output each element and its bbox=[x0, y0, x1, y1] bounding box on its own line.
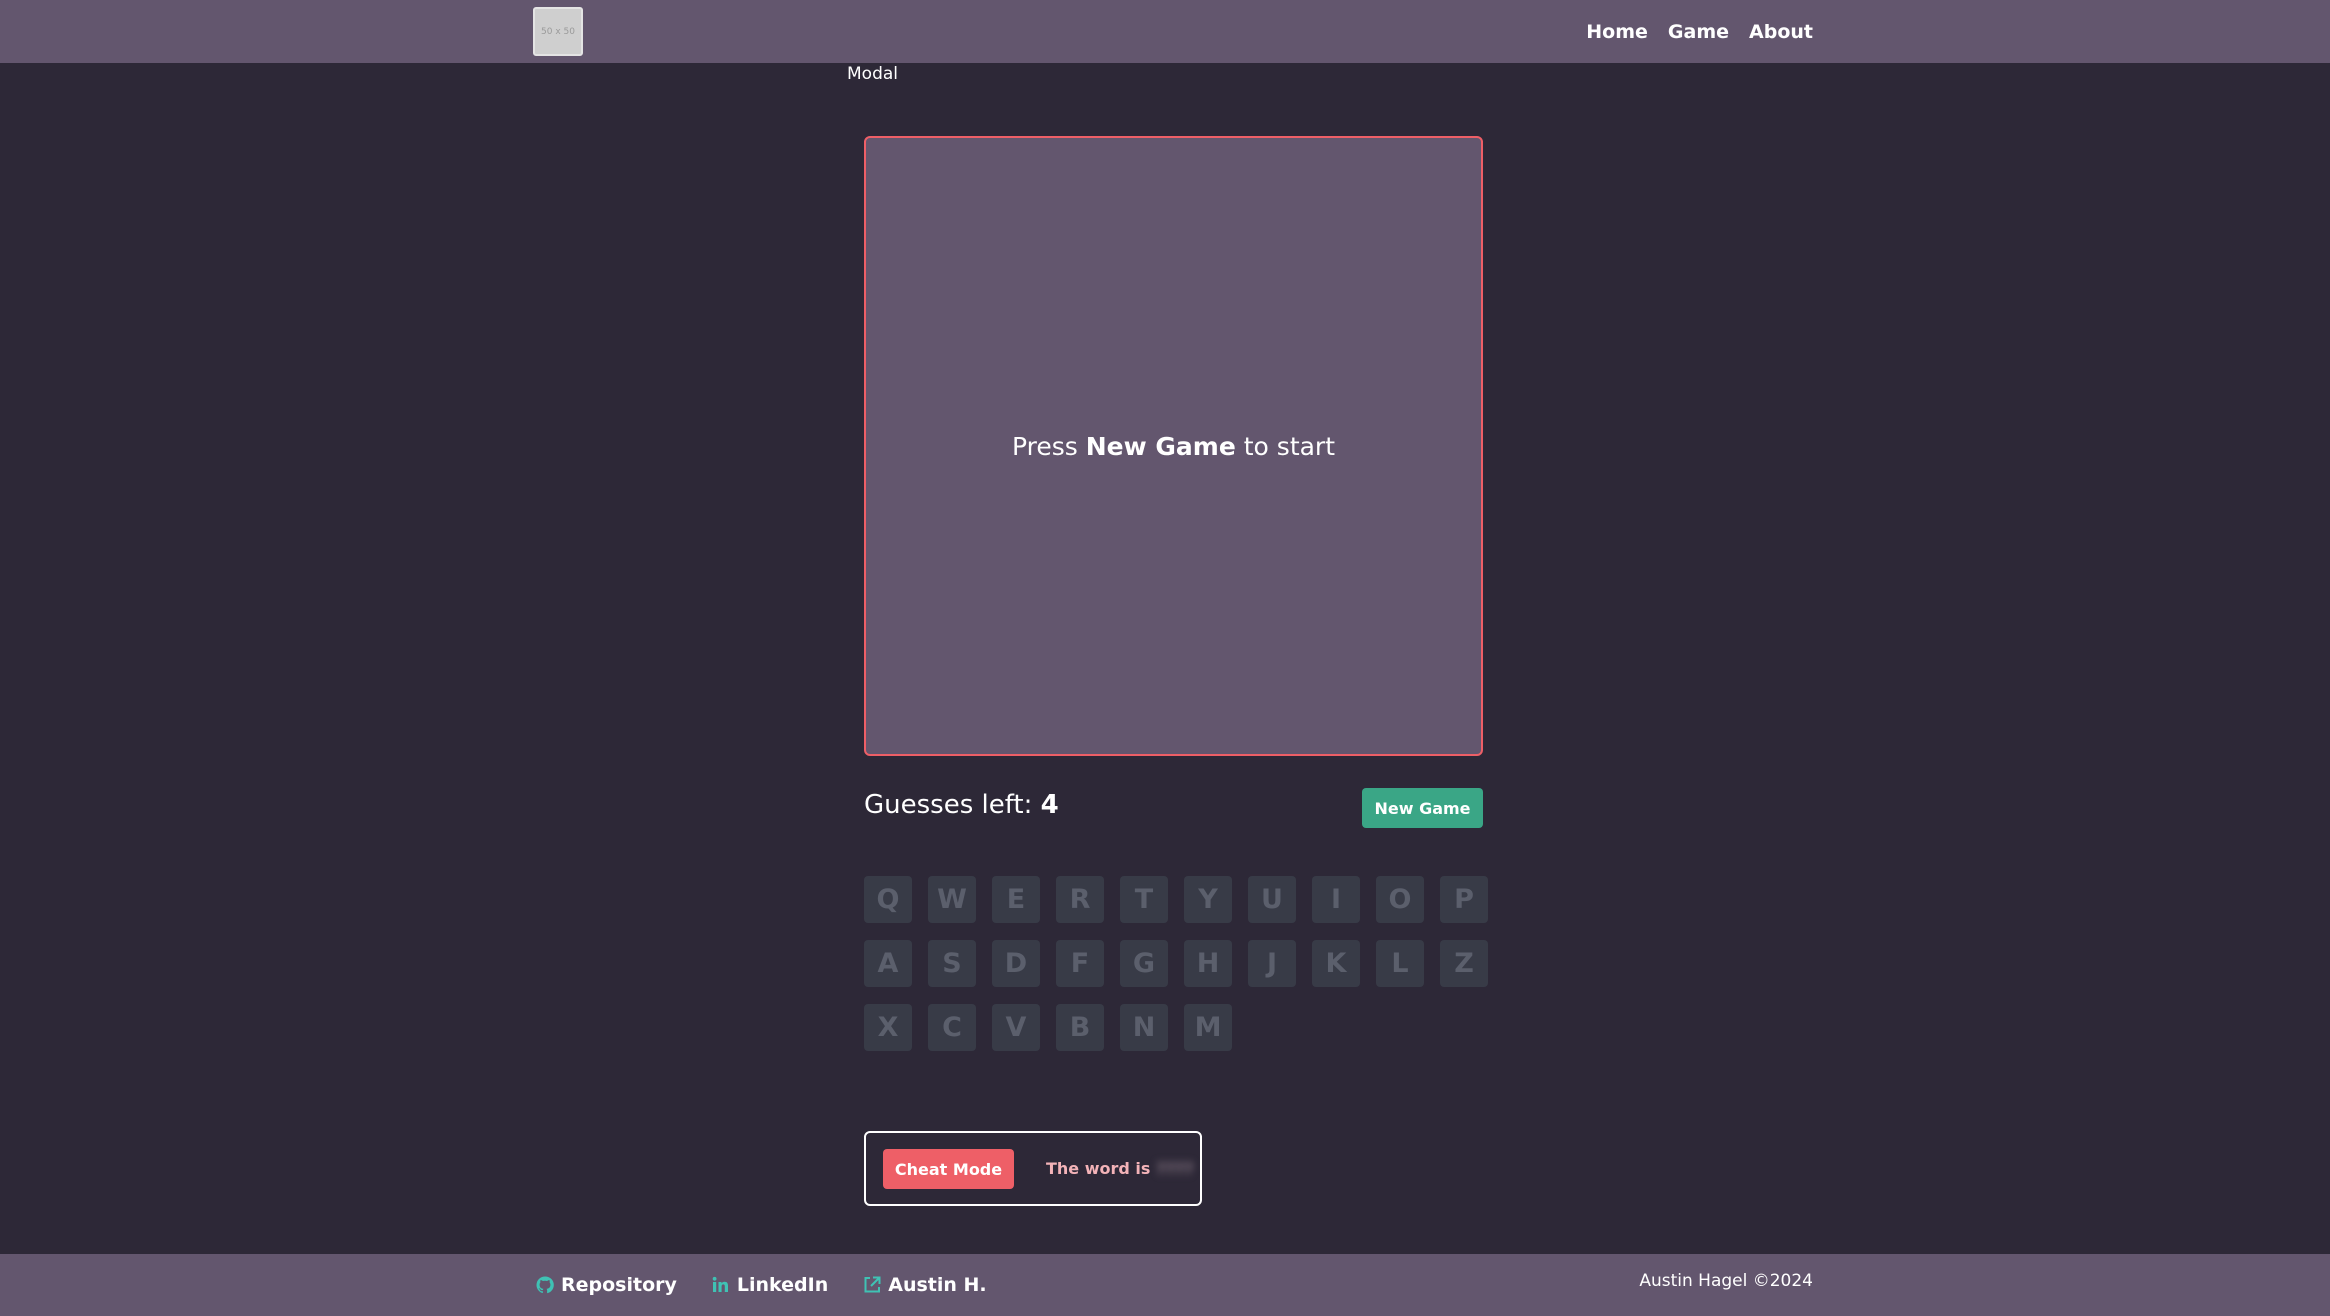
cheat-word-label: The word is bbox=[1046, 1159, 1151, 1178]
repository-link-label: Repository bbox=[561, 1274, 677, 1296]
guesses-value: 4 bbox=[1040, 790, 1059, 820]
key-j[interactable]: J bbox=[1248, 940, 1296, 987]
keyboard-row-3: XCVBNM bbox=[864, 1004, 1488, 1051]
key-o[interactable]: O bbox=[1376, 876, 1424, 923]
key-a[interactable]: A bbox=[864, 940, 912, 987]
key-z[interactable]: Z bbox=[1440, 940, 1488, 987]
hidden-word: ???? bbox=[1156, 1159, 1194, 1178]
key-l[interactable]: L bbox=[1376, 940, 1424, 987]
cheat-word-line: The word is???? bbox=[1046, 1159, 1194, 1178]
key-n[interactable]: N bbox=[1120, 1004, 1168, 1051]
key-s[interactable]: S bbox=[928, 940, 976, 987]
key-y[interactable]: Y bbox=[1184, 876, 1232, 923]
key-u[interactable]: U bbox=[1248, 876, 1296, 923]
key-p[interactable]: P bbox=[1440, 876, 1488, 923]
key-i[interactable]: I bbox=[1312, 876, 1360, 923]
board-message: Press New Game to start bbox=[1012, 432, 1335, 461]
main-nav: Home Game About bbox=[1586, 0, 1813, 63]
guesses-label: Guesses left: bbox=[864, 790, 1041, 820]
game-board: Press New Game to start bbox=[864, 136, 1483, 756]
footer: Repository LinkedIn Austin H. Austin Hag… bbox=[0, 1254, 2330, 1316]
keyboard-row-1: QWERTYUIOP bbox=[864, 876, 1488, 923]
board-message-bold: New Game bbox=[1085, 431, 1236, 461]
external-link-icon bbox=[864, 1276, 881, 1293]
nav-home-link[interactable]: Home bbox=[1586, 21, 1648, 43]
keyboard-row-2: ASDFGHJKLZ bbox=[864, 940, 1488, 987]
key-q[interactable]: Q bbox=[864, 876, 912, 923]
repository-link[interactable]: Repository bbox=[535, 1274, 677, 1296]
key-x[interactable]: X bbox=[864, 1004, 912, 1051]
key-m[interactable]: M bbox=[1184, 1004, 1232, 1051]
key-w[interactable]: W bbox=[928, 876, 976, 923]
cheat-mode-button[interactable]: Cheat Mode bbox=[883, 1149, 1014, 1189]
key-k[interactable]: K bbox=[1312, 940, 1360, 987]
top-navbar: 50 x 50 Home Game About bbox=[0, 0, 2330, 63]
letter-keyboard: QWERTYUIOP ASDFGHJKLZ XCVBNM bbox=[864, 876, 1488, 1068]
key-e[interactable]: E bbox=[992, 876, 1040, 923]
key-g[interactable]: G bbox=[1120, 940, 1168, 987]
key-t[interactable]: T bbox=[1120, 876, 1168, 923]
footer-links: Repository LinkedIn Austin H. bbox=[535, 1254, 987, 1316]
linkedin-icon bbox=[712, 1276, 728, 1292]
linkedin-link[interactable]: LinkedIn bbox=[711, 1274, 828, 1296]
cheat-panel: Cheat Mode The word is???? bbox=[864, 1131, 1202, 1206]
key-r[interactable]: R bbox=[1056, 876, 1104, 923]
key-c[interactable]: C bbox=[928, 1004, 976, 1051]
nav-game-link[interactable]: Game bbox=[1668, 21, 1729, 43]
key-d[interactable]: D bbox=[992, 940, 1040, 987]
key-b[interactable]: B bbox=[1056, 1004, 1104, 1051]
new-game-button[interactable]: New Game bbox=[1362, 788, 1483, 828]
austin-link-label: Austin H. bbox=[888, 1274, 987, 1296]
logo-placeholder[interactable]: 50 x 50 bbox=[533, 7, 583, 56]
board-message-pre: Press bbox=[1011, 431, 1086, 461]
github-icon bbox=[536, 1276, 554, 1294]
guesses-left: Guesses left: 4 bbox=[864, 790, 1059, 820]
key-f[interactable]: F bbox=[1056, 940, 1104, 987]
key-v[interactable]: V bbox=[992, 1004, 1040, 1051]
key-h[interactable]: H bbox=[1184, 940, 1232, 987]
board-message-post: to start bbox=[1235, 431, 1336, 461]
logo-text: 50 x 50 bbox=[541, 26, 575, 37]
austin-link[interactable]: Austin H. bbox=[862, 1274, 987, 1296]
modal-label[interactable]: Modal bbox=[847, 64, 898, 84]
copyright-text: Austin Hagel ©2024 bbox=[1639, 1271, 1813, 1291]
nav-about-link[interactable]: About bbox=[1749, 21, 1813, 43]
linkedin-link-label: LinkedIn bbox=[736, 1274, 829, 1296]
